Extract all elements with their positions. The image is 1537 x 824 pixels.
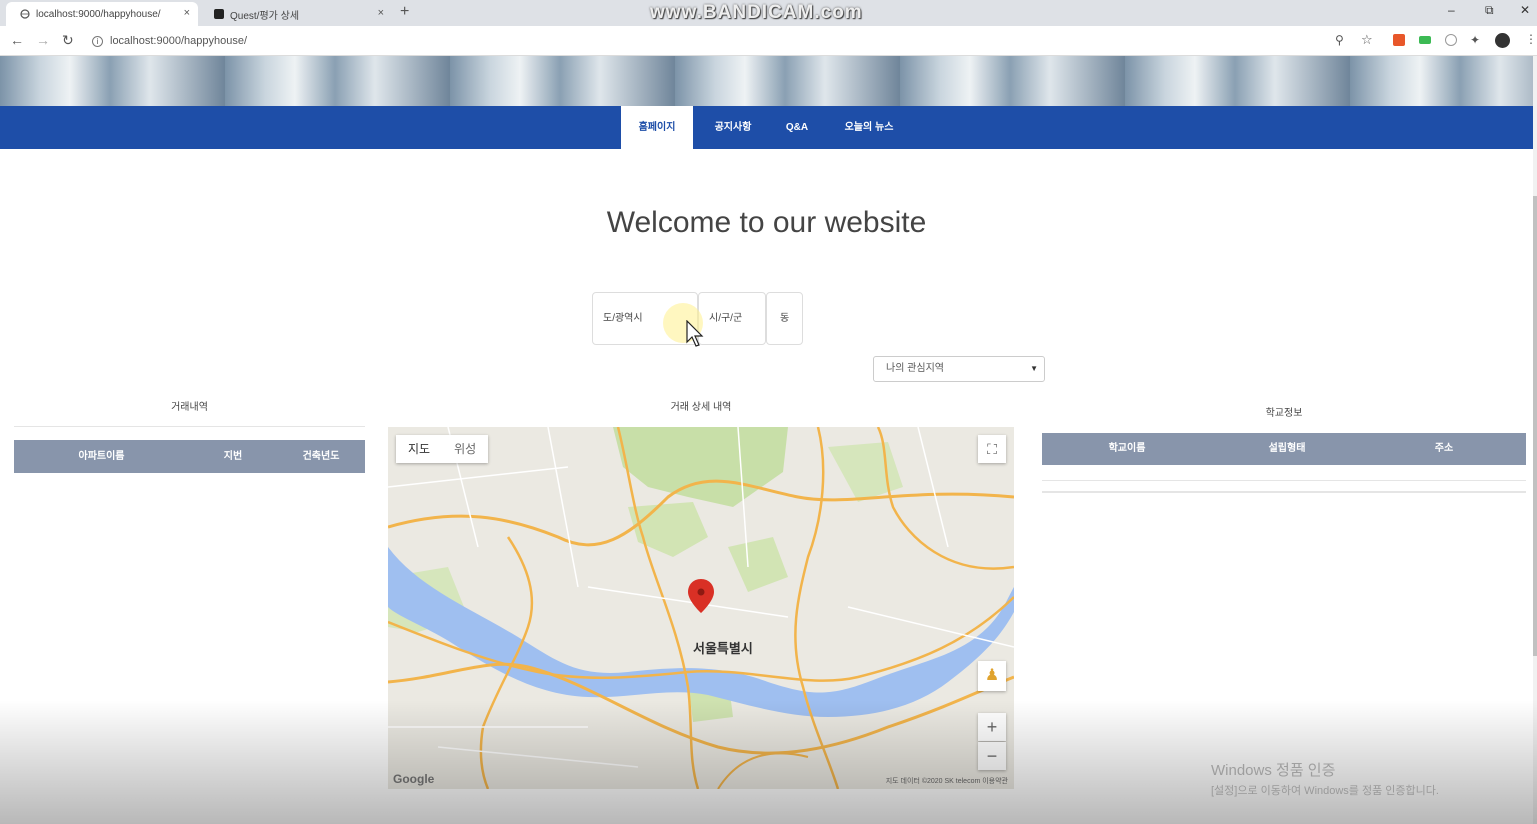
page-title: Welcome to our website xyxy=(606,206,927,239)
bookmark-star-icon[interactable]: ☆ xyxy=(1361,32,1373,48)
column-header: 건축년도 xyxy=(302,451,340,462)
forward-icon[interactable]: → xyxy=(36,32,50,48)
page-scrollbar[interactable] xyxy=(1533,56,1537,824)
puzzle-icon[interactable]: ✦ xyxy=(1470,33,1480,47)
map-type-map-button[interactable]: 지도 xyxy=(396,435,442,463)
back-icon[interactable]: ← xyxy=(10,32,24,48)
extension-icon[interactable] xyxy=(1419,36,1431,44)
tab-title: localhost:9000/happyhouse/ xyxy=(36,8,161,20)
street-view-pegman-icon[interactable]: ♟ xyxy=(978,661,1006,691)
recording-watermark: www.BANDICAM.com xyxy=(650,2,863,23)
url-field[interactable]: i localhost:9000/happyhouse/ xyxy=(92,32,1332,50)
scrollbar-thumb[interactable] xyxy=(1533,196,1537,656)
nav-notice[interactable]: 공지사항 xyxy=(700,106,766,149)
zoom-out-button[interactable]: − xyxy=(978,742,1006,770)
map-attribution[interactable]: 지도 데이터 ©2020 SK telecom 이용약관 xyxy=(886,776,1008,786)
column-header: 지번 xyxy=(223,451,243,462)
tab-title: Quest/평가 상세 xyxy=(230,10,300,22)
column-header: 주소 xyxy=(1434,443,1454,454)
google-map[interactable]: 지도 위성 ⛶ ♟ + − 서울특별시 Google 지도 데이터 ©2020 … xyxy=(388,427,1014,789)
nav-home[interactable]: 홈페이지 xyxy=(621,106,693,149)
address-bar: ← → ↻ i localhost:9000/happyhouse/ ⚲ ☆ ✦… xyxy=(0,26,1537,56)
search-icon[interactable]: ⚲ xyxy=(1335,33,1344,47)
map-type-toggle: 지도 위성 xyxy=(396,435,489,463)
map-type-satellite-button[interactable]: 위성 xyxy=(442,435,488,463)
dong-select[interactable]: 동 xyxy=(766,292,803,345)
browser-tab-happyhouse[interactable]: localhost:9000/happyhouse/ × xyxy=(6,2,198,26)
deals-table-header: 아파트이름 지번 건축년도 xyxy=(14,440,365,473)
deals-heading: 거래내역 xyxy=(171,402,208,413)
school-table-header: 학교이름 설립형태 주소 xyxy=(1042,433,1526,465)
divider xyxy=(14,426,365,427)
browser-tab-quest[interactable]: Quest/평가 상세 × xyxy=(200,2,392,26)
chevron-down-icon: ▼ xyxy=(1030,364,1038,373)
nav-news[interactable]: 오늘의 뉴스 xyxy=(830,106,908,149)
header-banner-image xyxy=(0,56,1533,106)
new-tab-button[interactable]: + xyxy=(400,3,409,21)
zoom-in-button[interactable]: + xyxy=(978,713,1006,741)
close-tab-icon[interactable]: × xyxy=(378,7,384,19)
close-tab-icon[interactable]: × xyxy=(184,7,190,19)
favorite-area-select[interactable]: 나의 관심지역 ▼ xyxy=(873,356,1045,382)
gugun-select[interactable]: 시/구/군 xyxy=(698,292,766,345)
url-text: localhost:9000/happyhouse/ xyxy=(110,35,247,47)
mouse-cursor-icon xyxy=(686,319,706,353)
column-header: 학교이름 xyxy=(1108,443,1146,454)
extension-icon[interactable] xyxy=(1393,34,1405,46)
nav-qna[interactable]: Q&A xyxy=(775,106,819,149)
column-header: 설립형태 xyxy=(1268,443,1306,454)
column-header: 아파트이름 xyxy=(78,451,125,462)
divider xyxy=(1042,491,1526,493)
main-navbar: 홈페이지 공지사항 Q&A 오늘의 뉴스 xyxy=(0,106,1533,149)
detail-heading: 거래 상세 내역 xyxy=(670,402,732,413)
restore-button[interactable]: ⧉ xyxy=(1485,3,1494,18)
school-heading: 학교정보 xyxy=(1265,408,1303,419)
divider xyxy=(1042,480,1526,481)
profile-avatar[interactable] xyxy=(1495,33,1510,48)
close-window-button[interactable]: ✕ xyxy=(1520,3,1530,17)
browser-tab-bar: localhost:9000/happyhouse/ × Quest/평가 상세… xyxy=(0,0,1537,26)
windows-activation-notice: Windows 정품 인증 [설정]으로 이동하여 Windows를 정품 인증… xyxy=(1211,759,1439,798)
map-city-label: 서울특별시 xyxy=(693,641,753,656)
info-icon[interactable]: i xyxy=(92,35,103,47)
favorite-area-value: 나의 관심지역 xyxy=(886,363,944,374)
menu-icon[interactable]: ⋮ xyxy=(1525,32,1537,46)
reload-icon[interactable]: ↻ xyxy=(62,32,74,49)
map-canvas[interactable] xyxy=(388,427,1014,789)
fullscreen-icon[interactable]: ⛶ xyxy=(978,435,1006,463)
extension-icon[interactable] xyxy=(1445,34,1457,46)
globe-icon xyxy=(20,9,30,19)
windows-activation-text: [설정]으로 이동하여 Windows를 정품 인증합니다. xyxy=(1211,785,1439,797)
google-logo: Google xyxy=(393,772,435,786)
page-icon xyxy=(214,9,224,19)
minimize-button[interactable]: – xyxy=(1448,3,1455,17)
windows-activation-title: Windows 정품 인증 xyxy=(1211,762,1336,779)
